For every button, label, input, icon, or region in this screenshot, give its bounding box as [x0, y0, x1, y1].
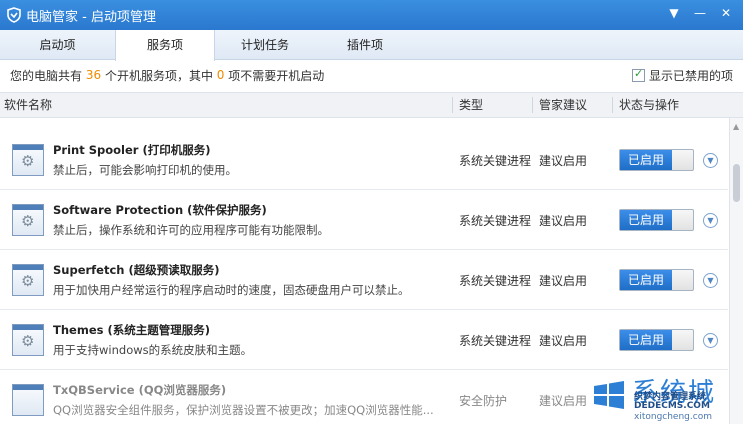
service-type: 安全防护 [459, 394, 508, 408]
column-header-status[interactable]: 状态与操作 [619, 93, 679, 117]
status-label: 已启用 [620, 330, 672, 350]
status-toggle[interactable]: 已启用 [619, 329, 694, 351]
service-type: 系统关键进程 [459, 274, 532, 288]
unneeded-count: 0 [216, 68, 225, 82]
scroll-thumb[interactable] [733, 164, 740, 202]
status-toggle[interactable]: 已启用 [619, 269, 694, 291]
service-advice: 建议启用 [539, 274, 588, 288]
tab-plugins[interactable]: 插件项 [315, 30, 415, 60]
service-description: 禁止后，可能会影响打印机的使用。 [53, 163, 237, 177]
tab-startup[interactable]: 启动项 [0, 30, 115, 60]
table-row[interactable]: ⚙ Superfetch (超级预读取服务) 用于加快用户经常运行的程序启动时的… [0, 250, 728, 310]
minimize-icon[interactable]: — [689, 4, 711, 22]
tab-scheduled-tasks[interactable]: 计划任务 [215, 30, 315, 60]
chevron-down-icon[interactable]: ▼ [703, 153, 718, 168]
window-icon [12, 384, 44, 416]
summary-bar: 您的电脑共有 36 个开机服务项，其中 0 项不需要开机启动 显示已禁用的项 [0, 60, 743, 90]
menu-dropdown-icon[interactable]: ▼ [663, 4, 685, 22]
chevron-down-icon[interactable]: ▼ [703, 273, 718, 288]
service-title: TxQBService (QQ浏览器服务) [53, 383, 227, 397]
show-disabled-toggle[interactable]: 显示已禁用的项 [631, 67, 733, 84]
status-label: 已启用 [620, 210, 672, 230]
summary-suffix: 项不需要开机启动 [228, 68, 325, 83]
shield-logo-icon [7, 7, 21, 23]
table-row[interactable]: ⚙ Software Protection (软件保护服务) 禁止后，操作系统和… [0, 190, 728, 250]
gear-icon: ⚙ [12, 144, 44, 176]
tab-services[interactable]: 服务项 [115, 30, 215, 61]
windows-logo-icon [594, 381, 624, 409]
service-description: 用于加快用户经常运行的程序启动时的速度，固态硬盘用户可以禁止。 [53, 283, 410, 297]
tab-bar: 启动项 服务项 计划任务 插件项 [0, 30, 743, 61]
watermark-line: xitongcheng.com [634, 412, 712, 422]
window-title: 电脑管家 - 启动项管理 [26, 9, 156, 25]
service-description: 禁止后，操作系统和许可的应用程序可能有功能限制。 [53, 223, 329, 237]
service-advice: 建议启用 [539, 154, 588, 168]
column-divider [452, 97, 453, 113]
column-divider [532, 97, 533, 113]
service-description: 用于支持windows的系统皮肤和主题。 [53, 343, 253, 357]
column-header-type[interactable]: 类型 [459, 93, 483, 117]
service-advice: 建议启用 [539, 214, 588, 228]
column-header-name[interactable]: 软件名称 [4, 93, 52, 117]
show-disabled-checkbox[interactable] [631, 67, 645, 82]
service-advice: 建议启用 [539, 334, 588, 348]
table-row[interactable]: ⚙ Print Spooler (打印机服务) 禁止后，可能会影响打印机的使用。… [0, 130, 728, 190]
gear-icon: ⚙ [12, 324, 44, 356]
service-type: 系统关键进程 [459, 154, 532, 168]
status-label: 已启用 [620, 270, 672, 290]
gear-icon: ⚙ [12, 204, 44, 236]
status-toggle[interactable]: 已启用 [619, 149, 694, 171]
service-title: Themes (系统主题管理服务) [53, 323, 210, 337]
watermark: 系统城 织梦内容管理系统 DEDECMS.COM xitongcheng.com [590, 372, 743, 424]
service-type: 系统关键进程 [459, 214, 532, 228]
show-disabled-label: 显示已禁用的项 [648, 69, 733, 83]
summary-prefix: 您的电脑共有 [10, 68, 83, 83]
service-type: 系统关键进程 [459, 334, 532, 348]
table-row[interactable]: ⚙ Themes (系统主题管理服务) 用于支持windows的系统皮肤和主题。… [0, 310, 728, 370]
column-divider [612, 97, 613, 113]
table-header: 软件名称 类型 管家建议 状态与操作 [0, 92, 743, 118]
gear-icon: ⚙ [12, 264, 44, 296]
service-title: Superfetch (超级预读取服务) [53, 263, 220, 277]
column-header-advice[interactable]: 管家建议 [539, 93, 587, 117]
status-toggle[interactable]: 已启用 [619, 209, 694, 231]
status-label: 已启用 [620, 150, 672, 170]
service-title: Print Spooler (打印机服务) [53, 143, 211, 157]
chevron-down-icon[interactable]: ▼ [703, 333, 718, 348]
close-icon[interactable]: ✕ [715, 4, 737, 22]
scroll-up-icon[interactable]: ▲ [733, 122, 739, 131]
service-description: QQ浏览器安全组件服务，保护浏览器设置不被更改；加速QQ浏览器性能... [53, 403, 434, 417]
watermark-line: DEDECMS.COM [634, 401, 710, 411]
chevron-down-icon[interactable]: ▼ [703, 213, 718, 228]
summary-mid: 个开机服务项，其中 [104, 68, 213, 83]
title-bar: 电脑管家 - 启动项管理 ▼ — ✕ [0, 0, 743, 30]
service-advice: 建议启用 [539, 394, 588, 408]
service-title: Software Protection (软件保护服务) [53, 203, 267, 217]
service-count: 36 [85, 68, 102, 82]
